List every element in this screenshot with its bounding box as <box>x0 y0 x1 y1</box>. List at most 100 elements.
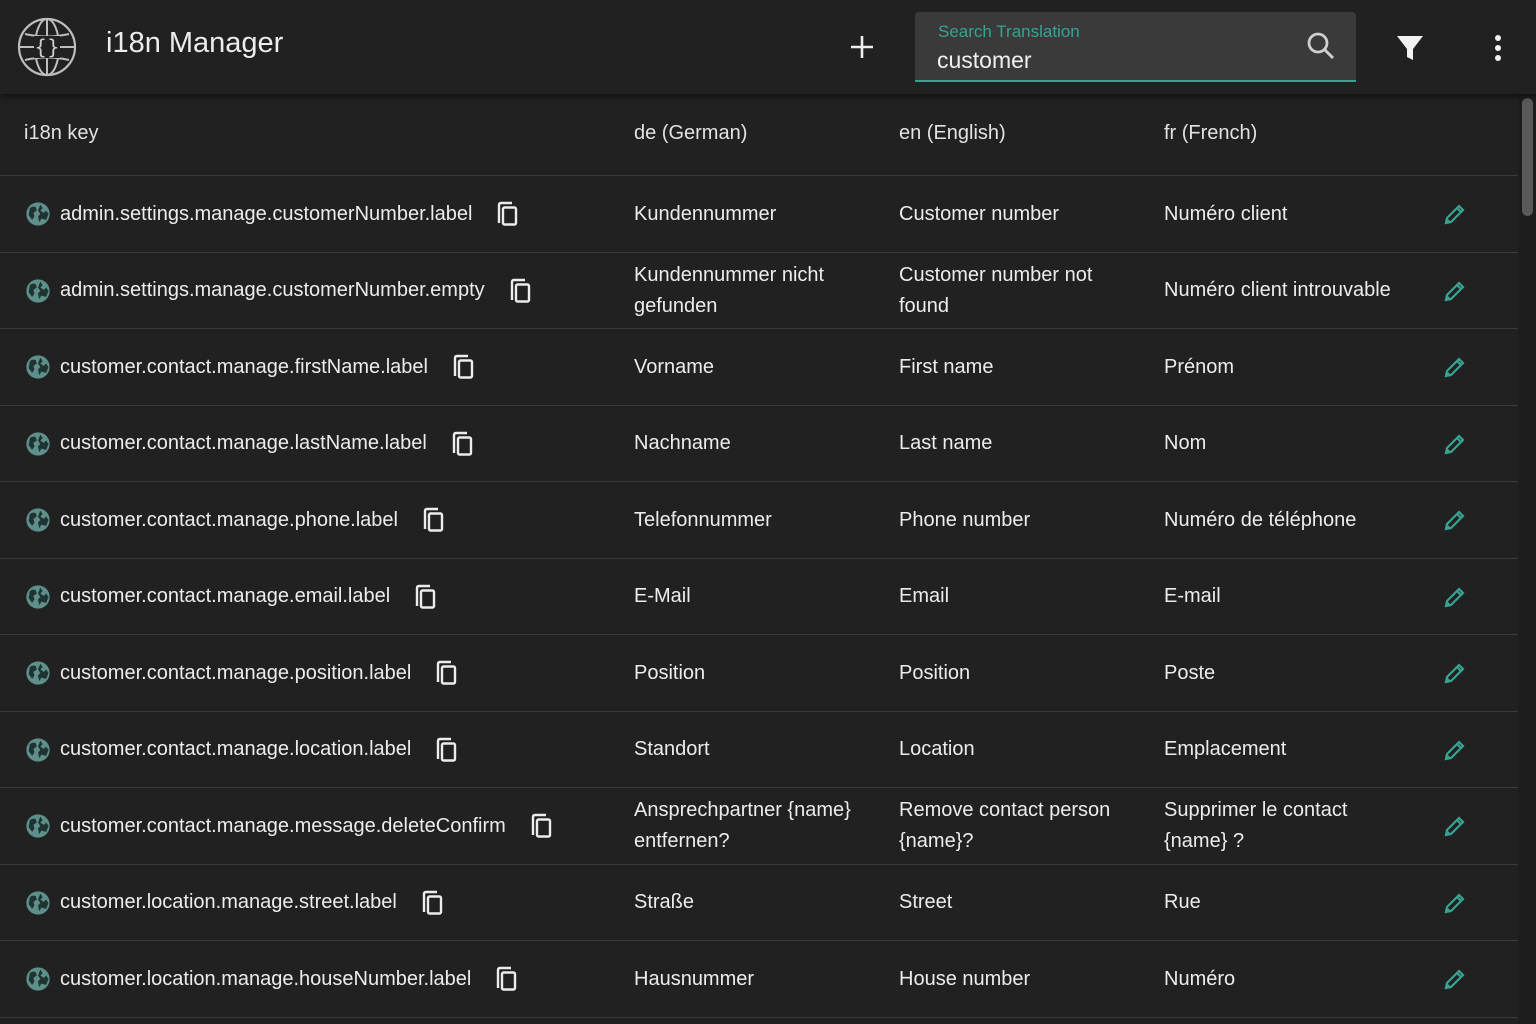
filter-icon[interactable] <box>1390 28 1430 68</box>
search-field[interactable]: Search Translation <box>915 12 1356 82</box>
translation-de-text: Nachname <box>634 432 731 454</box>
search-label: Search Translation <box>938 22 1080 41</box>
translation-fr: Nom <box>1164 406 1409 482</box>
translation-en: Phone number <box>899 482 1139 558</box>
translation-de-text: Kundennummer nicht gefunden <box>634 263 825 317</box>
add-translation-button[interactable] <box>842 27 882 67</box>
edit-pencil-icon[interactable] <box>1441 889 1469 917</box>
app-bar: {} i18n Manager Search Translation <box>0 0 1536 94</box>
translation-fr: Prénom <box>1164 329 1409 405</box>
key-cell: customer.contact.manage.phone.label <box>24 482 614 558</box>
i18n-key: admin.settings.manage.customerNumber.emp… <box>60 279 485 301</box>
translation-de-text: Vorname <box>634 355 715 378</box>
translation-en-text: Position <box>899 661 971 684</box>
translation-de-text: Kundennummer <box>634 202 777 225</box>
search-icon[interactable] <box>1305 30 1337 62</box>
copy-icon[interactable] <box>492 199 522 229</box>
column-header-en[interactable]: en (English) <box>899 122 1006 145</box>
i18n-key: customer.contact.manage.firstName.label <box>60 355 428 378</box>
translation-fr: Emplacement <box>1164 712 1409 788</box>
column-header-fr[interactable]: fr (French) <box>1164 122 1257 145</box>
table-row[interactable]: customer.contact.manage.email.label E-Mai… <box>0 559 1518 635</box>
edit-pencil-icon[interactable] <box>1441 506 1469 534</box>
translation-de: Standort <box>634 712 874 788</box>
search-input[interactable] <box>937 44 1277 76</box>
translation-en-text: House number <box>899 967 1031 990</box>
key-cell: customer.contact.manage.firstName.label <box>24 329 614 405</box>
key-cell: admin.settings.manage.customerNumber.emp… <box>24 253 614 329</box>
translation-fr-text: Supprimer le contact {name} ? <box>1164 799 1348 852</box>
translation-fr: Supprimer le contact {name} ? <box>1164 788 1409 864</box>
translation-de: Kundennummer <box>634 176 874 252</box>
globe-braces-icon: {} <box>17 17 77 77</box>
translation-en: Customer number not found <box>899 253 1139 329</box>
translation-fr-text: Emplacement <box>1164 738 1287 760</box>
translation-en: First name <box>899 329 1139 405</box>
edit-pencil-icon[interactable] <box>1441 965 1469 993</box>
i18n-key: customer.contact.manage.position.label <box>60 661 412 684</box>
copy-icon[interactable] <box>431 658 461 688</box>
table-row[interactable]: customer.contact.manage.location.label St… <box>0 712 1518 788</box>
edit-pencil-icon[interactable] <box>1441 736 1469 764</box>
translation-en: Customer number <box>899 176 1139 252</box>
translation-fr-text: E-mail <box>1164 585 1221 607</box>
globe-icon <box>24 506 52 534</box>
copy-icon[interactable] <box>431 735 461 765</box>
translation-fr: Rue <box>1164 865 1409 941</box>
i18n-key: admin.settings.manage.customerNumber.lab… <box>60 202 473 225</box>
key-cell: customer.contact.manage.email.label <box>24 559 614 635</box>
copy-icon[interactable] <box>418 505 448 535</box>
translation-de: Straße <box>634 865 874 941</box>
translation-de-text: Telefonnummer <box>634 508 772 531</box>
edit-pencil-icon[interactable] <box>1441 430 1469 458</box>
translation-de: Kundennummer nicht gefunden <box>634 253 874 329</box>
table-row[interactable]: customer.contact.manage.position.label Po… <box>0 635 1518 712</box>
copy-icon[interactable] <box>505 276 535 306</box>
copy-icon[interactable] <box>491 964 521 994</box>
edit-pencil-icon[interactable] <box>1441 659 1469 687</box>
table-row[interactable]: customer.contact.manage.message.deleteCo… <box>0 788 1518 865</box>
column-header-de[interactable]: de (German) <box>634 122 747 145</box>
translation-fr: Numéro <box>1164 941 1409 1017</box>
table-row[interactable]: customer.location.manage.houseNumber.lab… <box>0 941 1518 1018</box>
translation-en-text: Customer number <box>899 202 1060 225</box>
copy-icon[interactable] <box>417 888 447 918</box>
edit-pencil-icon[interactable] <box>1441 200 1469 228</box>
translation-de-text: Straße <box>634 891 695 913</box>
copy-icon[interactable] <box>526 811 556 841</box>
copy-icon[interactable] <box>447 429 477 459</box>
more-vert-icon[interactable] <box>1478 28 1518 68</box>
edit-pencil-icon[interactable] <box>1441 353 1469 381</box>
translation-de-text: Standort <box>634 738 710 760</box>
app-title: i18n Manager <box>106 27 284 59</box>
copy-icon[interactable] <box>448 352 478 382</box>
copy-icon[interactable] <box>410 582 440 612</box>
translation-fr-text: Numéro client introuvable <box>1164 279 1391 301</box>
i18n-key: customer.location.manage.houseNumber.lab… <box>60 967 472 990</box>
table-row[interactable]: customer.contact.manage.firstName.label V… <box>0 329 1518 406</box>
table-row[interactable]: admin.settings.manage.customerNumber.lab… <box>0 176 1518 253</box>
column-header-key[interactable]: i18n key <box>24 122 99 145</box>
scrollbar-thumb[interactable] <box>1522 98 1533 216</box>
table-row[interactable]: customer.contact.manage.phone.label Telef… <box>0 482 1518 559</box>
translation-de-text: E-Mail <box>634 585 691 607</box>
translation-de: Nachname <box>634 406 874 482</box>
scrollbar[interactable] <box>1518 94 1536 1024</box>
translation-de: Position <box>634 635 874 711</box>
translation-fr: E-mail <box>1164 559 1409 635</box>
edit-pencil-icon[interactable] <box>1441 812 1469 840</box>
translation-en: House number <box>899 941 1139 1017</box>
edit-pencil-icon[interactable] <box>1441 277 1469 305</box>
translation-fr-text: Poste <box>1164 661 1216 684</box>
translation-en-text: Customer number not found <box>899 263 1093 317</box>
translation-en-text: First name <box>899 355 994 378</box>
table-row[interactable]: customer.location.manage.street.label Str… <box>0 865 1518 941</box>
translation-table: i18n key de (German) en (English) fr (Fr… <box>0 94 1518 1024</box>
table-row[interactable]: customer.contact.manage.lastName.label Na… <box>0 406 1518 482</box>
table-header: i18n key de (German) en (English) fr (Fr… <box>0 94 1518 176</box>
edit-pencil-icon[interactable] <box>1441 583 1469 611</box>
table-row[interactable]: admin.settings.manage.customerNumber.emp… <box>0 253 1518 329</box>
translation-en-text: Street <box>899 891 953 913</box>
translation-fr-text: Numéro de téléphone <box>1164 508 1357 531</box>
translation-en-text: Location <box>899 738 975 760</box>
